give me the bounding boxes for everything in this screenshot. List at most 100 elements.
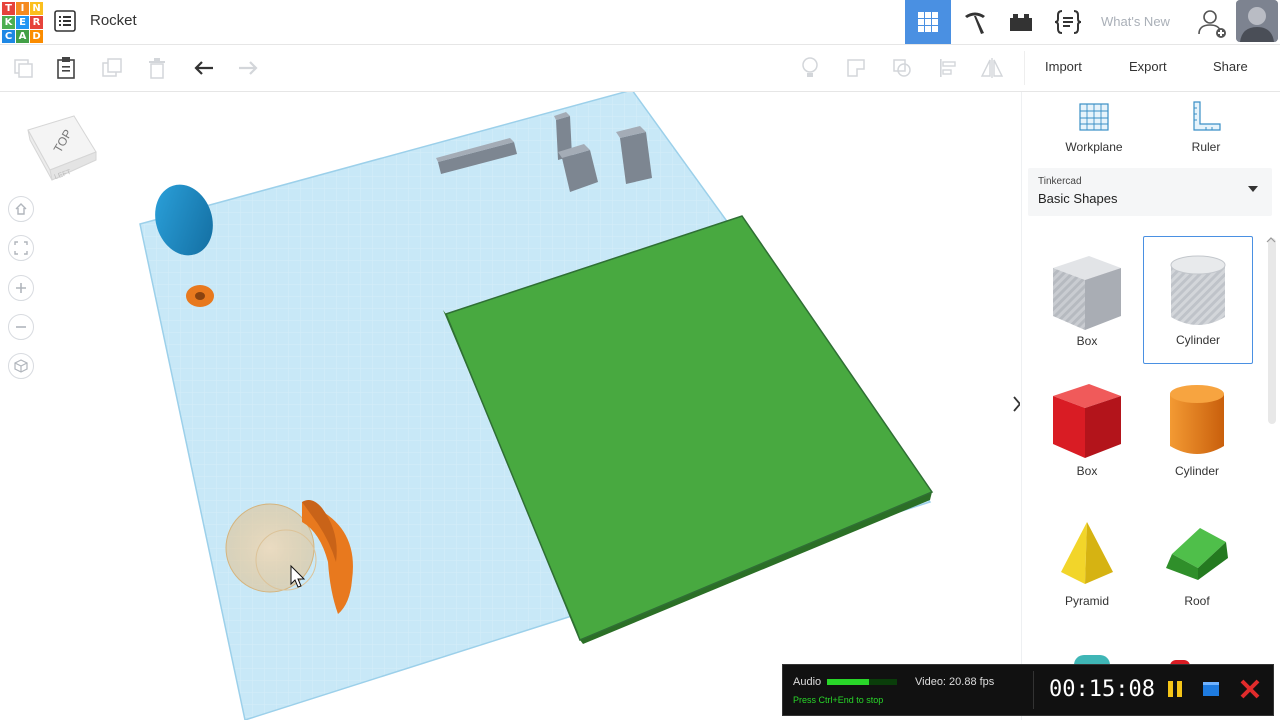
logo-letter: D bbox=[30, 30, 43, 43]
library-name-label: Basic Shapes bbox=[1038, 191, 1118, 206]
cube-icon bbox=[14, 359, 28, 373]
screen-recorder-bar: Audio Video: 20.88 fps Press Ctrl+End to… bbox=[782, 664, 1274, 716]
workplane-tool[interactable]: Workplane bbox=[1054, 100, 1134, 156]
paste-button[interactable] bbox=[52, 55, 80, 81]
3d-design-view-button[interactable] bbox=[905, 0, 951, 44]
shape-label: Box bbox=[1076, 464, 1098, 478]
ortho-view-button[interactable] bbox=[8, 353, 34, 379]
delete-button[interactable] bbox=[143, 55, 171, 81]
ruler-tool[interactable]: Ruler bbox=[1166, 100, 1246, 156]
list-icon bbox=[54, 10, 76, 32]
recorder-divider bbox=[1033, 671, 1034, 709]
design-menu-button[interactable] bbox=[54, 10, 76, 32]
logo-letter: I bbox=[16, 2, 29, 15]
align-button[interactable] bbox=[934, 55, 962, 81]
shape-card-roof[interactable]: Roof bbox=[1143, 498, 1251, 624]
shape-label: Pyramid bbox=[1064, 594, 1109, 608]
plus-icon bbox=[16, 283, 26, 293]
scroll-up-icon[interactable] bbox=[1266, 230, 1276, 243]
mirror-icon bbox=[980, 58, 1004, 78]
pyramid-icon bbox=[1061, 522, 1113, 584]
cylinder-icon bbox=[1170, 385, 1224, 454]
pause-recording-button[interactable] bbox=[1165, 679, 1185, 699]
minecraft-view-button[interactable] bbox=[952, 0, 998, 44]
home-icon bbox=[15, 203, 27, 215]
design-title[interactable]: Rocket bbox=[90, 12, 137, 29]
logo-letter: C bbox=[2, 30, 15, 43]
library-source-label: Tinkercad bbox=[1038, 176, 1082, 187]
trash-icon bbox=[149, 58, 165, 79]
shape-card-cylinder[interactable]: Cylinder bbox=[1143, 368, 1251, 494]
panel-scrollbar[interactable] bbox=[1268, 238, 1276, 424]
logo-letter: R bbox=[30, 16, 43, 29]
shape-label: Roof bbox=[1184, 594, 1210, 608]
home-view-button[interactable] bbox=[8, 196, 34, 222]
user-add-icon bbox=[1198, 10, 1226, 38]
avatar-photo-icon bbox=[1236, 0, 1278, 42]
recorder-timer: 00:15:08 bbox=[1049, 677, 1155, 702]
cancel-recording-button[interactable] bbox=[1239, 678, 1261, 700]
recorder-audio-label: Audio bbox=[793, 676, 822, 688]
ungroup-button[interactable] bbox=[888, 55, 916, 81]
redo-button[interactable] bbox=[234, 55, 262, 81]
brick-icon bbox=[1010, 14, 1032, 31]
orange-ring-shape[interactable] bbox=[186, 285, 214, 307]
workplane-label: Workplane bbox=[1065, 140, 1123, 154]
pause-icon bbox=[1168, 681, 1182, 697]
shape-library-dropdown[interactable]: Tinkercad Basic Shapes bbox=[1028, 168, 1272, 216]
shape-card-pyramid[interactable]: Pyramid bbox=[1033, 498, 1141, 624]
view-cube-icon: TOP LEFT bbox=[27, 115, 97, 181]
whats-new-link[interactable]: What's New bbox=[1101, 14, 1170, 29]
3d-workspace-canvas[interactable]: TOP LEFT bbox=[0, 92, 1020, 720]
fit-view-button[interactable] bbox=[8, 235, 34, 261]
chevron-right-icon bbox=[1013, 396, 1020, 412]
bricks-view-button[interactable] bbox=[998, 0, 1044, 44]
group-button[interactable] bbox=[842, 55, 870, 81]
recorder-video-fps: Video: 20.88 fps bbox=[915, 676, 995, 688]
shape-card-cylinder-hole[interactable]: Cylinder bbox=[1143, 236, 1253, 364]
close-icon bbox=[1240, 679, 1260, 699]
duplicate-icon bbox=[102, 58, 122, 77]
zoom-out-button[interactable] bbox=[8, 314, 34, 340]
caret-down-icon bbox=[1248, 186, 1258, 192]
cylinder-hole-icon bbox=[1170, 255, 1226, 325]
group-icon bbox=[847, 59, 865, 77]
shape-card-box[interactable]: Box bbox=[1033, 368, 1141, 494]
logo-letter: N bbox=[30, 2, 43, 15]
box-hole-icon bbox=[1053, 256, 1121, 330]
invite-user-button[interactable] bbox=[1196, 6, 1228, 38]
code-blocks-button[interactable] bbox=[1045, 0, 1091, 44]
export-button[interactable]: Export bbox=[1129, 59, 1167, 74]
import-button[interactable]: Import bbox=[1045, 59, 1082, 74]
zoom-in-button[interactable] bbox=[8, 275, 34, 301]
shape-label: Cylinder bbox=[1174, 464, 1219, 478]
clipboard-icon bbox=[57, 57, 75, 79]
ruler-icon bbox=[1193, 101, 1221, 131]
tinkercad-logo[interactable]: T I N K E R C A D bbox=[2, 2, 43, 43]
notes-button[interactable] bbox=[796, 55, 824, 81]
align-icon bbox=[940, 59, 956, 77]
shape-label: Cylinder bbox=[1175, 333, 1220, 347]
code-braces-icon bbox=[1054, 10, 1082, 34]
view-cube[interactable]: TOP LEFT bbox=[24, 110, 100, 186]
panel-collapse-toggle[interactable] bbox=[1012, 394, 1020, 418]
copy-button[interactable] bbox=[9, 55, 37, 81]
duplicate-button[interactable] bbox=[98, 55, 126, 81]
share-button[interactable]: Share bbox=[1213, 59, 1248, 74]
stop-recording-button[interactable] bbox=[1201, 679, 1221, 699]
chevron-up-icon bbox=[1266, 237, 1276, 243]
logo-letter: K bbox=[2, 16, 15, 29]
pickaxe-icon bbox=[965, 12, 985, 34]
top-bar: T I N K E R C A D Rocket What's New bbox=[0, 0, 1280, 45]
toolbar-divider bbox=[1024, 51, 1025, 85]
undo-button[interactable] bbox=[190, 55, 218, 81]
logo-letter: E bbox=[16, 16, 29, 29]
recorder-hint: Press Ctrl+End to stop bbox=[793, 695, 884, 705]
avatar[interactable] bbox=[1236, 0, 1278, 42]
edit-toolbar: Import Export Share bbox=[0, 45, 1280, 92]
mirror-button[interactable] bbox=[978, 55, 1006, 81]
logo-letter: T bbox=[2, 2, 15, 15]
fit-view-icon bbox=[14, 241, 28, 255]
ruler-label: Ruler bbox=[1191, 140, 1221, 154]
shape-card-box-hole[interactable]: Box bbox=[1033, 238, 1141, 364]
